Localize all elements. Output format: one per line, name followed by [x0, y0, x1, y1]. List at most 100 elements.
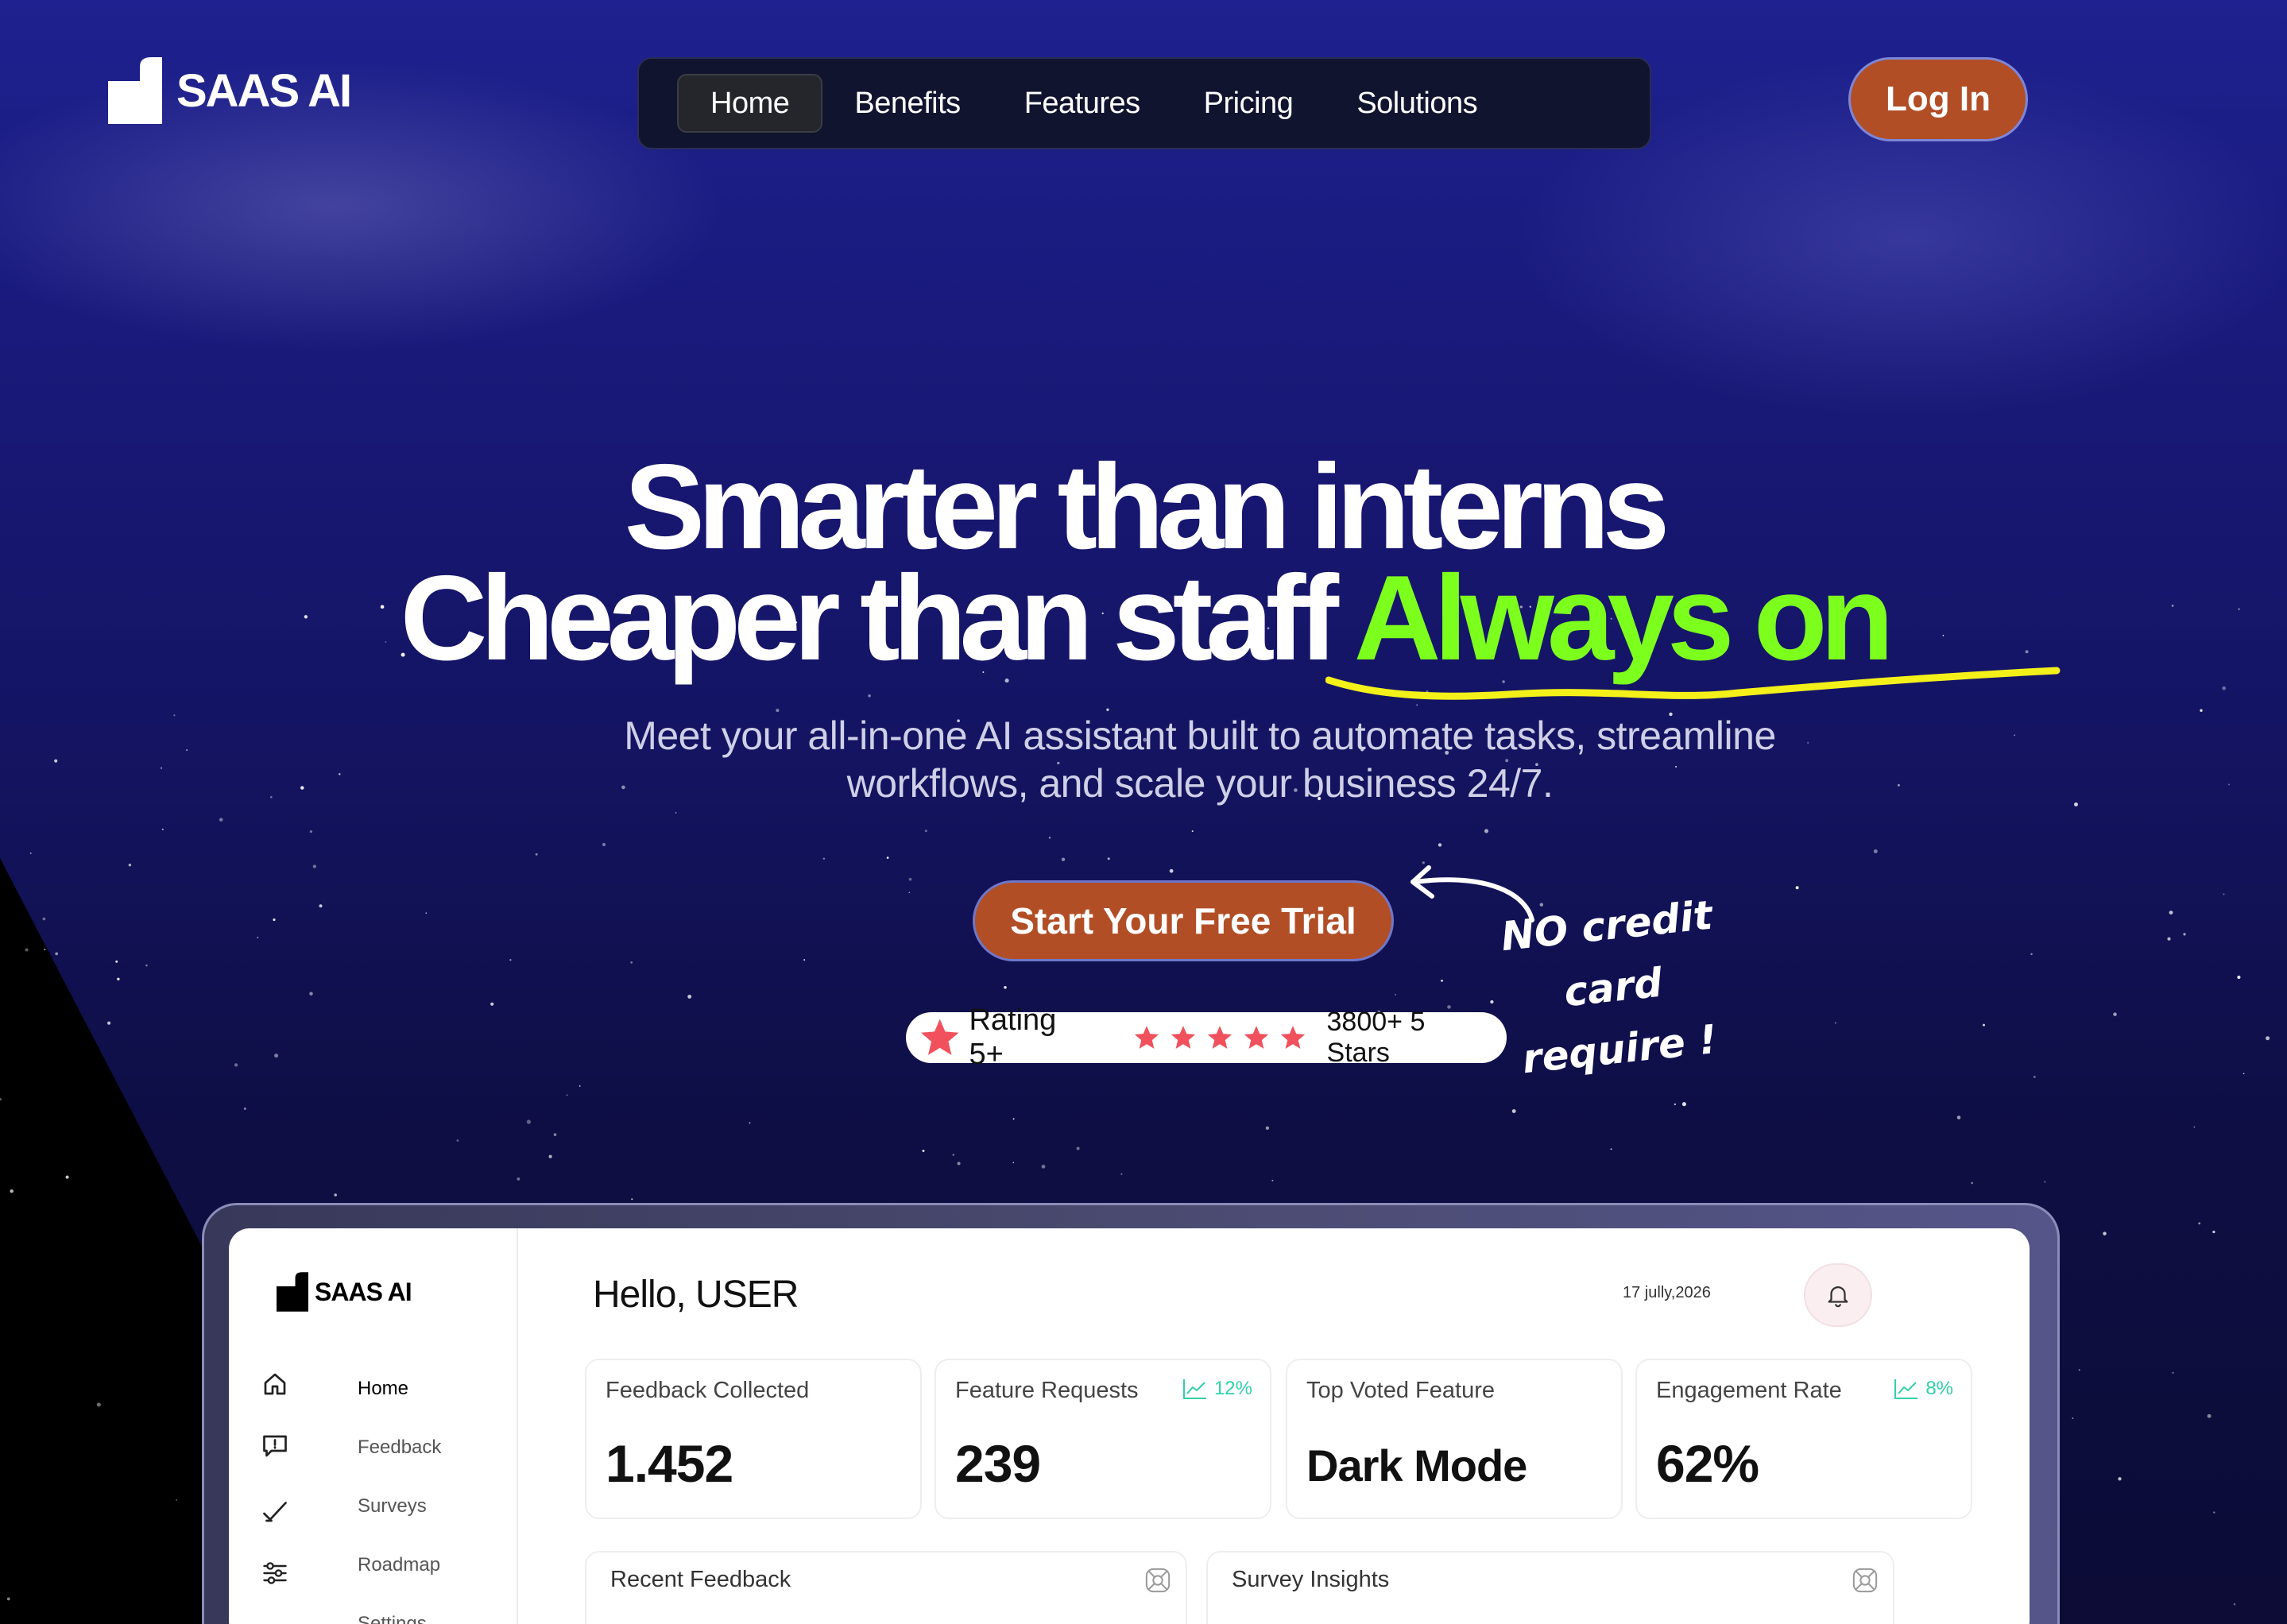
headline-line-1: Smarter than interns	[624, 439, 1670, 574]
free-trial-button[interactable]: Start Your Free Trial	[973, 880, 1394, 961]
star-dot	[517, 1177, 520, 1181]
star-dot	[1076, 1146, 1080, 1150]
login-button[interactable]: Log In	[1848, 57, 2028, 141]
star-dot	[553, 1133, 557, 1136]
notifications-button[interactable]	[1804, 1263, 1872, 1327]
feedback-icon[interactable]	[261, 1432, 289, 1460]
nav-item-pricing[interactable]: Pricing	[1172, 74, 1325, 133]
star-dot	[65, 1175, 69, 1179]
star-dot	[2242, 1073, 2245, 1075]
star-dot	[2044, 1181, 2046, 1183]
expand-icon[interactable]	[1852, 1567, 1879, 1594]
star-dot	[1107, 857, 1110, 860]
star-dot	[425, 912, 428, 914]
hero-section: SAAS AI Home Benefits Features Pricing S…	[0, 0, 2287, 1624]
star-dot	[509, 959, 512, 961]
star-dot	[312, 864, 316, 868]
brand-logo[interactable]: SAAS AI	[108, 57, 352, 124]
star-dot	[44, 949, 46, 951]
star-dot	[822, 857, 826, 860]
star-dot	[1169, 868, 1174, 873]
star-dot	[957, 1162, 961, 1166]
star-dot	[269, 795, 273, 798]
star-dot	[10, 1189, 14, 1193]
star-dot	[55, 952, 59, 956]
star-dot	[2078, 1369, 2080, 1371]
star-dot	[1041, 1164, 1046, 1169]
no-credit-card-note: NO credit card require !	[1485, 883, 1742, 1092]
stat-card-engagement[interactable]: Engagement Rate 8% 62%	[1635, 1359, 1972, 1519]
nav-item-benefits[interactable]: Benefits	[822, 74, 992, 133]
star-dot	[2030, 953, 2033, 956]
star-dot	[1061, 857, 1066, 861]
star-dot	[2113, 1012, 2117, 1016]
star-dot	[273, 918, 276, 922]
star-dot	[107, 1021, 111, 1025]
star-dot	[54, 759, 58, 763]
star-icon	[1244, 1026, 1268, 1049]
star-dot	[96, 1402, 101, 1407]
panel-title: Survey Insights	[1232, 1567, 1390, 1592]
rating-badge: Rating 5+ 3800+ 5 Stars	[906, 1003, 1507, 1071]
roadmap-icon[interactable]	[261, 1559, 289, 1587]
star-dot	[257, 937, 259, 938]
card-value: 1.452	[606, 1434, 733, 1493]
card-value: 239	[955, 1434, 1041, 1493]
star-dot	[1422, 861, 1425, 864]
star-dot	[803, 959, 806, 961]
star-dot	[2118, 1477, 2122, 1481]
star-dot	[868, 694, 871, 698]
rating-count: 3800+ 5 Stars	[1326, 1007, 1426, 1068]
star-dot	[128, 864, 132, 867]
star-dot	[25, 948, 29, 952]
sidebar-item-home[interactable]: Home	[358, 1378, 408, 1400]
star-dot	[1012, 1118, 1015, 1120]
star-dot	[548, 1154, 552, 1158]
star-dot	[2266, 1036, 2270, 1041]
star-dot	[1795, 886, 1799, 890]
star-dot	[117, 977, 120, 980]
star-dot	[2072, 1417, 2074, 1419]
star-dot	[2233, 1603, 2236, 1606]
star-dot	[526, 1119, 531, 1124]
star-dot	[115, 960, 118, 963]
sidebar-item-settings[interactable]: Settings	[358, 1613, 427, 1624]
star-dot	[675, 812, 677, 814]
panel-survey-insights[interactable]: Survey Insights	[1206, 1551, 1894, 1624]
home-icon[interactable]	[261, 1370, 289, 1398]
card-value: 62%	[1656, 1434, 1759, 1493]
dashboard-preview: SAAS AI Home Feedback Surveys Roadmap Se…	[229, 1228, 2030, 1624]
star-dot	[886, 856, 889, 859]
star-dot	[186, 749, 188, 752]
card-title: Top Voted Feature	[1306, 1378, 1495, 1403]
star-dot	[2212, 1230, 2215, 1234]
stat-card-feature-requests[interactable]: Feature Requests 12% 239	[935, 1359, 1271, 1519]
nav-item-home[interactable]: Home	[677, 74, 823, 133]
sidebar-item-surveys[interactable]: Surveys	[358, 1495, 427, 1518]
panel-recent-feedback[interactable]: Recent Feedback	[585, 1551, 1187, 1624]
nav-item-solutions[interactable]: Solutions	[1325, 74, 1509, 133]
star-dot	[1490, 1000, 1494, 1004]
star-dot	[234, 1063, 238, 1067]
star-dot	[1983, 1023, 1985, 1027]
stat-card-feedback[interactable]: Feedback Collected 1.452	[585, 1359, 922, 1519]
trend-indicator: 8%	[1894, 1378, 1953, 1400]
stat-card-top-voted[interactable]: Top Voted Feature Dark Mode	[1286, 1359, 1623, 1519]
sidebar-item-feedback[interactable]: Feedback	[358, 1436, 441, 1459]
star-dot	[2213, 1511, 2215, 1514]
star-dot	[1971, 1181, 1974, 1185]
star-dot	[2172, 1371, 2174, 1374]
subtitle-line-2: workflows, and scale your business 24/7.	[846, 761, 1554, 806]
star-dot	[2167, 937, 2171, 941]
logo-icon	[277, 1272, 308, 1312]
star-dot	[29, 852, 32, 855]
star-dot	[749, 1122, 751, 1124]
sidebar-item-roadmap[interactable]: Roadmap	[358, 1554, 440, 1576]
nav-item-features[interactable]: Features	[993, 74, 1172, 133]
star-dot	[1681, 1102, 1686, 1107]
star-dot	[579, 1085, 581, 1087]
star-dot	[1191, 830, 1194, 833]
surveys-icon[interactable]	[261, 1497, 289, 1525]
expand-icon[interactable]	[1144, 1567, 1171, 1594]
star-dot	[2103, 1232, 2107, 1235]
